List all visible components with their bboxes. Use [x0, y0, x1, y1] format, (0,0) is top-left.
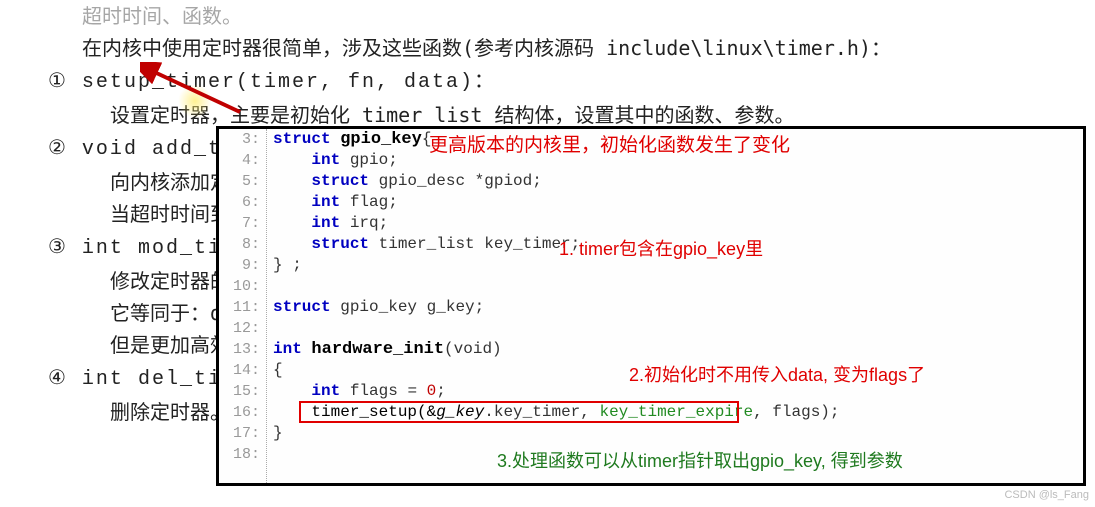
gutter-line: 15: — [219, 381, 260, 402]
code-l5: struct gpio_desc *gpiod; — [273, 171, 1083, 192]
gutter-line: 16: — [219, 402, 260, 423]
partial-line: 超时时间、函数。 — [20, 0, 1080, 32]
gutter-line: 9: — [219, 255, 260, 276]
annot-top: 更高版本的内核里，初始化函数发生了变化 — [429, 131, 790, 161]
gutter-line: 18: — [219, 444, 260, 465]
gutter-line: 10: — [219, 276, 260, 297]
gutter-line: 17: — [219, 423, 260, 444]
code-l7: int irq;int irq; — [273, 213, 1083, 234]
gutter-line: 4: — [219, 150, 260, 171]
annot-2: 2.初始化时不用传入data, 变为flags了 — [629, 361, 925, 390]
code-overlay: 3:4:5:6:7:8:9:10:11:12:13:14:15:16:17:18… — [216, 126, 1086, 486]
gutter-line: 7: — [219, 213, 260, 234]
code-l16: timer_setup(&g_key.key_timer, key_timer_… — [273, 402, 1083, 423]
line-gutter: 3:4:5:6:7:8:9:10:11:12:13:14:15:16:17:18… — [219, 129, 267, 483]
gutter-line: 14: — [219, 360, 260, 381]
gutter-line: 3: — [219, 129, 260, 150]
intro-line: 在内核中使用定时器很简单，涉及这些函数(参考内核源码 include\linux… — [20, 32, 1080, 64]
gutter-line: 13: — [219, 339, 260, 360]
item1-head: ① setup_timer(timer, fn, data)： — [20, 64, 1080, 99]
gutter-line: 12: — [219, 318, 260, 339]
code-l12 — [273, 318, 1083, 339]
code-l13: int hardware_init(void) — [273, 339, 1083, 360]
gutter-line: 8: — [219, 234, 260, 255]
gutter-line: 5: — [219, 171, 260, 192]
code-l10 — [273, 276, 1083, 297]
watermark: CSDN @ls_Fang — [1004, 487, 1089, 505]
annot-3: 3.处理函数可以从timer指针取出gpio_key, 得到参数 — [497, 447, 903, 476]
code-area: struct gpio_key{ int int gpio;gpio; stru… — [273, 129, 1083, 483]
gutter-line: 6: — [219, 192, 260, 213]
code-l11: struct gpio_key g_key; — [273, 297, 1083, 318]
code-l17: } — [273, 423, 1083, 444]
annot-1: 1. timer包含在gpio_key里 — [559, 235, 763, 264]
gutter-line: 11: — [219, 297, 260, 318]
code-l6: int flag;int flag; — [273, 192, 1083, 213]
